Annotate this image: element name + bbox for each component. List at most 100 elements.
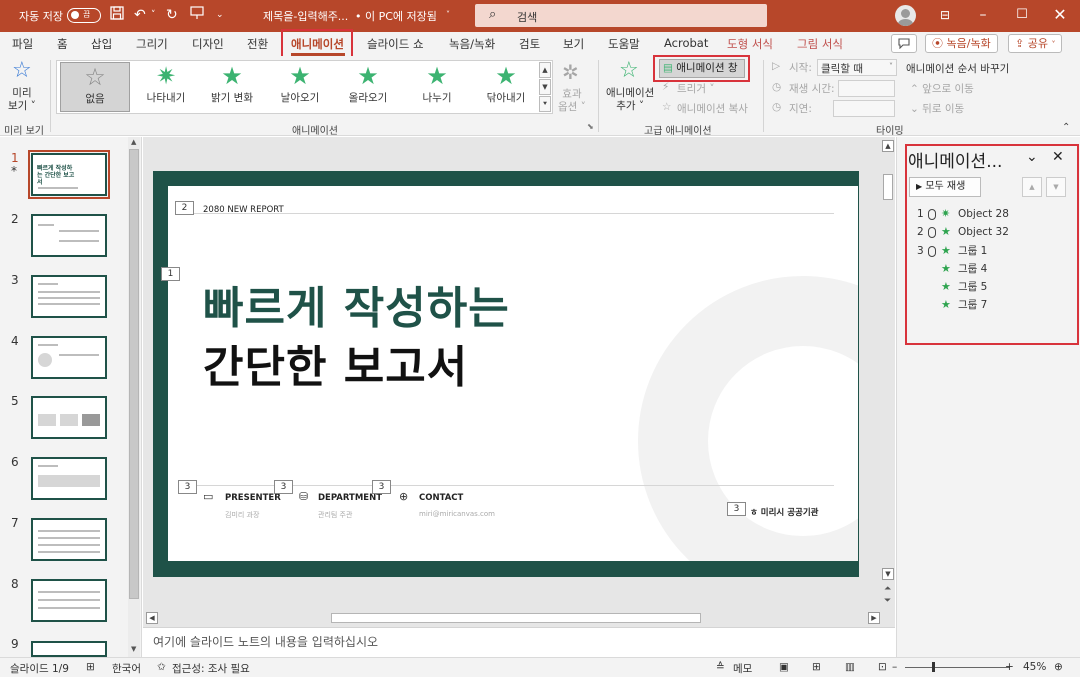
thumbnails-scroll-thumb[interactable] <box>129 149 139 599</box>
slide-title-line2[interactable]: 간단한 보고서 <box>203 331 468 395</box>
undo-icon[interactable]: ↶ <box>134 6 146 24</box>
slide-sorter-icon[interactable]: ⊞ <box>812 661 821 673</box>
tab-slideshow[interactable]: 슬라이드 쇼 <box>367 36 424 52</box>
close-pane-icon[interactable]: ✕ <box>1052 149 1064 165</box>
slide-thumbnail-8[interactable] <box>31 579 107 622</box>
tab-insert[interactable]: 삽입 <box>91 36 112 52</box>
slide-canvas[interactable]: 2 2080 NEW REPORT 빠르게 작성하는 간단한 보고서 3 ▭ P… <box>153 171 859 577</box>
scroll-down-icon[interactable]: ▼ <box>882 568 894 580</box>
move-down-icon[interactable]: ▼ <box>1046 177 1066 197</box>
presenter-label[interactable]: PRESENTER <box>225 493 281 503</box>
slide-thumbnail-4[interactable] <box>31 336 107 379</box>
undo-dropdown-icon[interactable]: ˅ <box>151 6 156 24</box>
record-button[interactable]: ⦿ 녹음/녹화 <box>925 34 998 53</box>
customize-qat-icon[interactable]: ⌄ <box>216 6 224 24</box>
gallery-item-fade[interactable]: ★ 밝기 변화 <box>197 62 267 112</box>
slide-scrollbar[interactable]: ▲ ▼ <box>882 140 894 580</box>
redo-icon[interactable]: ↻ <box>166 6 178 24</box>
thumbnails-scrollbar[interactable]: ▲ ▼ <box>128 137 140 657</box>
animation-item[interactable]: ★ 그룹 4 <box>917 261 987 279</box>
animation-item[interactable]: 3 ★ 그룹 1 <box>917 243 987 261</box>
avatar[interactable] <box>895 5 916 26</box>
gallery-item-wipe[interactable]: ★ 닦아내기 <box>471 62 541 112</box>
save-icon[interactable] <box>110 6 124 25</box>
slide-hscroll-thumb[interactable] <box>331 613 701 623</box>
notes-toggle[interactable]: 메모 <box>733 661 752 676</box>
tab-recording[interactable]: 녹음/녹화 <box>449 36 495 52</box>
gallery-item-float-in[interactable]: ★ 올라오기 <box>333 62 403 112</box>
tab-view[interactable]: 보기 <box>563 36 584 52</box>
gallery-scroll-down-icon[interactable]: ▼ <box>539 79 551 95</box>
tab-acrobat[interactable]: Acrobat <box>664 36 708 50</box>
gallery-item-appear[interactable]: ✷ 나타내기 <box>131 62 201 112</box>
slide-thumbnail-6[interactable] <box>31 457 107 500</box>
ribbon-display-icon[interactable]: ⊟ <box>928 4 962 26</box>
org-label[interactable]: ㅎ 미리시 공공기관 <box>750 506 818 518</box>
zoom-slider-handle[interactable] <box>932 662 935 672</box>
slide-counter[interactable]: 슬라이드 1/9 <box>10 661 69 676</box>
normal-view-icon[interactable]: ▣ <box>779 661 789 673</box>
next-slide-icon[interactable]: ⏷ <box>884 596 891 606</box>
scroll-up-icon[interactable]: ▲ <box>882 140 894 152</box>
tab-picture-format[interactable]: 그림 서식 <box>797 36 843 52</box>
slide-thumbnail-7[interactable] <box>31 518 107 561</box>
add-animation-icon[interactable]: ☆ <box>619 58 639 83</box>
gallery-more-icon[interactable]: ⯆ <box>539 96 551 112</box>
contact-label[interactable]: CONTACT <box>419 493 463 503</box>
move-up-icon[interactable]: ▲ <box>1022 177 1042 197</box>
trigger-button[interactable]: 트리거 ˅ <box>677 81 715 96</box>
tab-help[interactable]: 도움말 <box>608 36 640 52</box>
department-label[interactable]: DEPARTMENT <box>318 493 382 503</box>
zoom-level[interactable]: 45% <box>1023 661 1046 673</box>
slide-thumbnail-2[interactable] <box>31 214 107 257</box>
duration-spinner[interactable] <box>838 80 895 97</box>
save-location-dropdown-icon[interactable]: ˅ <box>446 10 450 19</box>
tab-transitions[interactable]: 전환 <box>247 36 268 52</box>
gallery-item-fly-in[interactable]: ★ 날아오기 <box>265 62 335 112</box>
search-box[interactable]: ⌕ 검색 <box>475 4 767 27</box>
notes-input[interactable]: 여기에 슬라이드 노트의 내용을 입력하십시오 <box>143 627 895 655</box>
add-animation-button[interactable]: 애니메이션 추가 ˅ <box>606 87 654 113</box>
maximize-icon[interactable]: ☐ <box>1005 4 1039 26</box>
tab-review[interactable]: 검토 <box>519 36 540 52</box>
animation-item[interactable]: ★ 그룹 5 <box>917 279 987 297</box>
minimize-icon[interactable]: – <box>966 4 1000 26</box>
animation-group-launcher-icon[interactable]: ⬊ <box>587 122 594 131</box>
move-earlier-button[interactable]: ⌃ 앞으로 이동 <box>910 81 974 96</box>
scroll-up-icon[interactable]: ▲ <box>131 138 136 146</box>
tab-design[interactable]: 디자인 <box>192 36 224 52</box>
slide-thumbnail-9[interactable] <box>31 641 107 657</box>
reading-view-icon[interactable]: ▥ <box>845 661 855 673</box>
start-select[interactable]: 클릭할 때 ˅ <box>817 59 897 76</box>
scroll-right-icon[interactable]: ▶ <box>868 612 880 624</box>
slide-scroll-thumb[interactable] <box>883 174 893 200</box>
language[interactable]: 한국어 <box>112 661 141 676</box>
tab-shape-format[interactable]: 도형 서식 <box>727 36 773 52</box>
book-icon[interactable]: ⊞ <box>86 661 95 673</box>
zoom-in-icon[interactable]: + <box>1005 661 1014 673</box>
slideshow-icon[interactable]: ⊡ <box>878 661 887 673</box>
delay-spinner[interactable] <box>833 100 895 117</box>
preview-star-icon[interactable]: ☆ <box>12 58 32 83</box>
gallery-item-none[interactable]: ☆ 없음 <box>60 62 130 112</box>
fit-to-window-icon[interactable]: ⊕ <box>1054 661 1063 673</box>
tab-file[interactable]: 파일 <box>12 36 33 52</box>
animation-item[interactable]: ★ 그룹 7 <box>917 297 987 315</box>
accessibility-status[interactable]: 접근성: 조사 필요 <box>172 661 250 676</box>
pane-options-icon[interactable]: ⌄ <box>1026 149 1038 165</box>
animation-item[interactable]: 1 ✷ Object 28 <box>917 207 1009 225</box>
slide-thumbnail-3[interactable] <box>31 275 107 318</box>
slide-title-line1[interactable]: 빠르게 작성하는 <box>203 272 510 336</box>
previous-slide-icon[interactable]: ⏶ <box>884 584 891 594</box>
tab-draw[interactable]: 그리기 <box>136 36 168 52</box>
autosave-toggle[interactable]: 끔 <box>67 8 101 23</box>
document-title[interactable]: 제목을-입력해주... <box>263 8 348 24</box>
effect-options-button[interactable]: 효과 옵션 ˅ <box>558 88 586 114</box>
scroll-down-icon[interactable]: ▼ <box>131 645 136 653</box>
save-location[interactable]: • 이 PC에 저장됨 <box>355 8 437 24</box>
share-button[interactable]: ⇪ 공유 ˅ <box>1008 34 1063 53</box>
zoom-slider[interactable] <box>905 667 1010 668</box>
comments-button[interactable] <box>891 34 917 53</box>
scroll-left-icon[interactable]: ◀ <box>146 612 158 624</box>
animation-item[interactable]: 2 ★ Object 32 <box>917 225 1009 243</box>
